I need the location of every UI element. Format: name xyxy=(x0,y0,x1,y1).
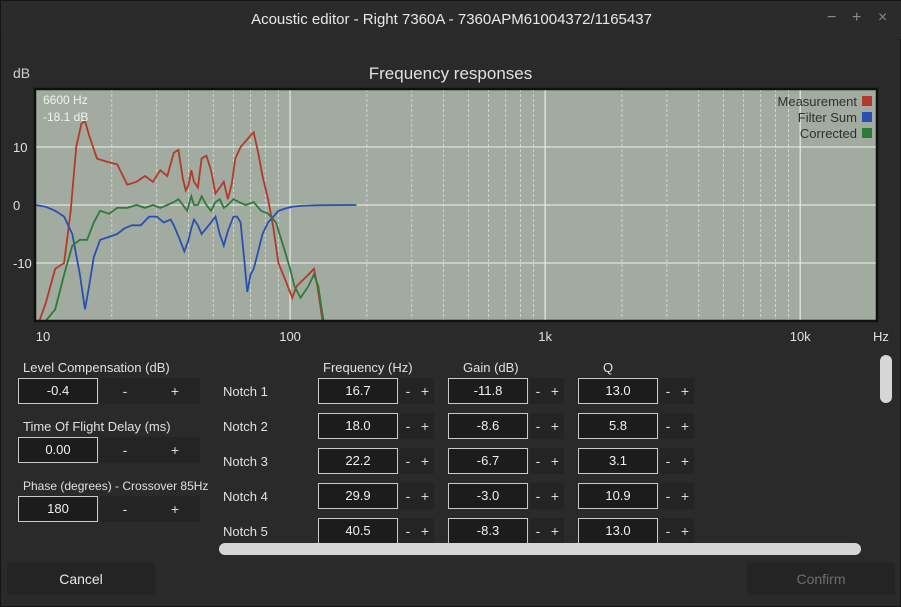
phase-increment-button[interactable]: + xyxy=(150,496,200,522)
notch-frequency-input[interactable]: 18.0 xyxy=(318,413,398,439)
horizontal-scrollbar[interactable] xyxy=(219,543,861,555)
notch-frequency-increment-button[interactable]: + xyxy=(416,483,434,509)
notch-label: Notch 4 xyxy=(223,489,268,504)
notch-frequency-decrement-button[interactable]: - xyxy=(400,518,416,544)
notch-frequency-input[interactable]: 29.9 xyxy=(318,483,398,509)
vertical-scrollbar[interactable] xyxy=(880,355,892,403)
cursor-gain-readout: -18.1 dB xyxy=(43,110,88,124)
window-title: Acoustic editor - Right 7360A - 7360APM6… xyxy=(251,11,652,28)
x-tick-label: 10k xyxy=(790,329,811,344)
time-of-flight-input[interactable]: 0.00 xyxy=(18,437,98,463)
notch-frequency-decrement-button[interactable]: - xyxy=(400,378,416,404)
cursor-frequency-readout: 6600 Hz xyxy=(43,93,88,107)
notch-frequency-increment-button[interactable]: + xyxy=(416,378,434,404)
phase-label: Phase (degrees) - Crossover 85Hz xyxy=(23,479,209,493)
notch-gain-decrement-button[interactable]: - xyxy=(530,378,546,404)
notch-q-input[interactable]: 3.1 xyxy=(578,448,658,474)
legend-swatch xyxy=(862,112,872,122)
notch-frequency-increment-button[interactable]: + xyxy=(416,413,434,439)
frequency-response-chart[interactable]: 10 100 1k 10k Hz100-106600 Hz-18.1 dBMeasure… xyxy=(1,83,901,351)
notch-gain-increment-button[interactable]: + xyxy=(546,378,564,404)
notch-q-input[interactable]: 5.8 xyxy=(578,413,658,439)
legend-label: Corrected xyxy=(800,126,857,141)
notch-gain-decrement-button[interactable]: - xyxy=(530,518,546,544)
notch-gain-input[interactable]: -3.0 xyxy=(448,483,528,509)
notch-frequency-input[interactable]: 22.2 xyxy=(318,448,398,474)
notch-q-input[interactable]: 13.0 xyxy=(578,378,658,404)
notch-q-decrement-button[interactable]: - xyxy=(660,518,676,544)
notch-q-input[interactable]: 13.0 xyxy=(578,518,658,544)
notch-label: Notch 1 xyxy=(223,384,268,399)
gain-column-header: Gain (dB) xyxy=(463,360,519,375)
notch-gain-input[interactable]: -8.3 xyxy=(448,518,528,544)
notch-q-increment-button[interactable]: + xyxy=(676,518,694,544)
notch-q-increment-button[interactable]: + xyxy=(676,448,694,474)
q-column-header: Q xyxy=(603,360,614,375)
legend-label: Measurement xyxy=(778,94,858,109)
level-compensation-input[interactable]: -0.4 xyxy=(18,378,98,404)
notch-gain-decrement-button[interactable]: - xyxy=(530,413,546,439)
notch-q-input[interactable]: 10.9 xyxy=(578,483,658,509)
acoustic-editor-window: Acoustic editor - Right 7360A - 7360APM6… xyxy=(0,0,901,607)
title-bar: Acoustic editor - Right 7360A - 7360APM6… xyxy=(1,1,901,39)
close-icon[interactable]: × xyxy=(878,9,887,27)
notch-q-decrement-button[interactable]: - xyxy=(660,413,676,439)
x-tick-label: 100 xyxy=(279,329,301,344)
notch-frequency-decrement-button[interactable]: - xyxy=(400,483,416,509)
notch-gain-input[interactable]: -11.8 xyxy=(448,378,528,404)
frequency-column-header: Frequency (Hz) xyxy=(323,360,413,375)
maximize-icon[interactable]: + xyxy=(852,9,861,27)
phase-input[interactable]: 180 xyxy=(18,496,98,522)
legend-label: Filter Sum xyxy=(798,110,857,125)
y-tick-label: -10 xyxy=(13,256,32,271)
notch-gain-increment-button[interactable]: + xyxy=(546,518,564,544)
notch-label: Notch 2 xyxy=(223,419,268,434)
notch-frequency-increment-button[interactable]: + xyxy=(416,448,434,474)
x-tick-label: 1k xyxy=(538,329,552,344)
notch-gain-decrement-button[interactable]: - xyxy=(530,483,546,509)
notch-frequency-increment-button[interactable]: + xyxy=(416,518,434,544)
notch-frequency-decrement-button[interactable]: - xyxy=(400,448,416,474)
notch-gain-decrement-button[interactable]: - xyxy=(530,448,546,474)
x-axis-unit-label: Hz xyxy=(873,329,889,344)
time-of-flight-decrement-button[interactable]: - xyxy=(100,437,150,463)
time-of-flight-increment-button[interactable]: + xyxy=(150,437,200,463)
cancel-button[interactable]: Cancel xyxy=(7,563,155,595)
notch-q-decrement-button[interactable]: - xyxy=(660,448,676,474)
notch-frequency-decrement-button[interactable]: - xyxy=(400,413,416,439)
notch-q-increment-button[interactable]: + xyxy=(676,413,694,439)
notch-label: Notch 3 xyxy=(223,454,268,469)
notch-gain-increment-button[interactable]: + xyxy=(546,413,564,439)
time-of-flight-label: Time Of Flight Delay (ms) xyxy=(23,419,171,434)
notch-gain-input[interactable]: -6.7 xyxy=(448,448,528,474)
level-compensation-increment-button[interactable]: + xyxy=(150,378,200,404)
notch-gain-increment-button[interactable]: + xyxy=(546,483,564,509)
notch-gain-input[interactable]: -8.6 xyxy=(448,413,528,439)
legend-swatch xyxy=(862,96,872,106)
notch-frequency-input[interactable]: 40.5 xyxy=(318,518,398,544)
notch-q-increment-button[interactable]: + xyxy=(676,483,694,509)
minimize-icon[interactable]: − xyxy=(827,9,836,27)
phase-decrement-button[interactable]: - xyxy=(100,496,150,522)
legend-swatch xyxy=(862,128,872,138)
y-tick-label: 10 xyxy=(13,140,27,155)
notch-frequency-input[interactable]: 16.7 xyxy=(318,378,398,404)
notch-gain-increment-button[interactable]: + xyxy=(546,448,564,474)
level-compensation-decrement-button[interactable]: - xyxy=(100,378,150,404)
chart-title: Frequency responses xyxy=(368,64,533,83)
x-tick-label: 10 xyxy=(36,329,50,344)
level-compensation-label: Level Compensation (dB) xyxy=(23,360,170,375)
notch-label: Notch 5 xyxy=(223,524,268,539)
y-tick-label: 0 xyxy=(13,198,20,213)
notch-q-increment-button[interactable]: + xyxy=(676,378,694,404)
confirm-button[interactable]: Confirm xyxy=(747,563,895,595)
notch-q-decrement-button[interactable]: - xyxy=(660,483,676,509)
notch-q-decrement-button[interactable]: - xyxy=(660,378,676,404)
